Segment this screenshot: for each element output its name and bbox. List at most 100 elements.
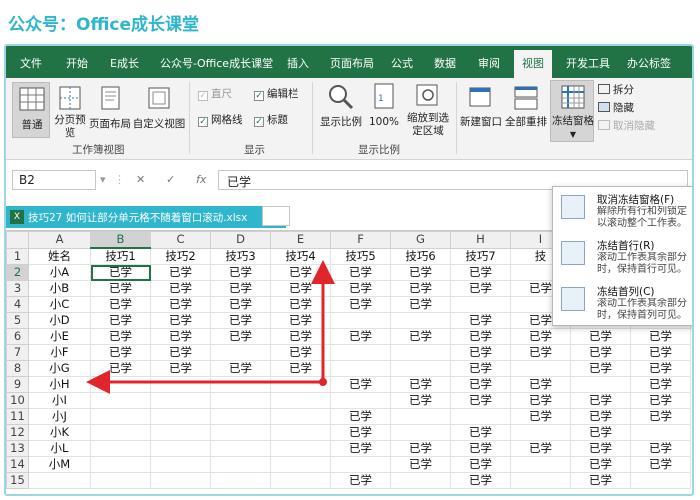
document-tab[interactable]: X 技巧27 如何让部分单元格不随着窗口滚动.xlsx [6,206,286,228]
cell[interactable]: 已学 [210,296,271,313]
cell[interactable]: 已学 [150,344,211,361]
cell[interactable] [270,392,331,409]
cancel-icon[interactable]: ✕ [136,173,145,186]
freeze-panes-button[interactable]: 冻结窗格 ▼ [550,80,594,142]
cell[interactable]: 已学 [330,424,391,441]
tab-data[interactable]: 数据 [434,55,456,71]
cell[interactable] [150,440,211,457]
cell[interactable]: 已学 [210,264,271,281]
cell[interactable]: 技巧2 [150,247,211,265]
tab-review[interactable]: 审阅 [478,55,500,71]
cell[interactable]: 已学 [330,264,391,281]
arrange-all-button[interactable]: 全部重排 [504,82,548,138]
row-header[interactable]: 1 [6,247,29,265]
cell[interactable]: 已学 [210,328,271,345]
cell[interactable]: 小M [28,456,91,473]
cell[interactable]: 已学 [330,376,391,393]
cell[interactable]: 已学 [90,360,151,377]
page-break-preview-button[interactable]: 分页预览 [52,82,88,139]
cell[interactable] [150,408,211,425]
gridlines-checkbox[interactable]: ✓ 网格线 [198,112,243,127]
cell[interactable]: 已学 [330,408,391,425]
cell[interactable]: 已学 [450,264,511,281]
cell[interactable]: 已学 [150,312,211,329]
cell[interactable]: 已学 [390,264,451,281]
cell[interactable]: 已学 [390,392,451,409]
cell[interactable]: 小C [28,296,91,313]
cell[interactable]: 小B [28,280,91,297]
cell[interactable]: 已学 [210,360,271,377]
cell[interactable] [630,424,691,441]
tab-home[interactable]: 开始 [66,55,88,71]
tab-insert[interactable]: 插入 [287,55,309,71]
cell[interactable] [150,424,211,441]
cell[interactable] [630,472,691,489]
cell[interactable] [510,456,571,473]
cell[interactable] [270,472,331,489]
cell[interactable]: 已学 [390,296,451,313]
cell[interactable]: 已学 [330,328,391,345]
cell[interactable]: 已学 [630,440,691,457]
cell[interactable]: 已学 [450,328,511,345]
cell[interactable] [330,456,391,473]
column-header[interactable]: G [390,231,451,249]
row-header[interactable]: 5 [6,312,29,329]
cell[interactable]: 已学 [390,376,451,393]
cell[interactable]: 已学 [270,344,331,361]
name-box[interactable]: B2 [12,170,96,190]
cell[interactable]: 已学 [90,296,151,313]
cell[interactable]: 小L [28,440,91,457]
cell[interactable] [330,312,391,329]
row-header[interactable]: 8 [6,360,29,377]
cell[interactable]: 小K [28,424,91,441]
cell[interactable] [90,424,151,441]
cell[interactable]: 技巧3 [210,247,271,265]
cell[interactable]: 小I [28,392,91,409]
cell[interactable]: 已学 [510,328,571,345]
cell[interactable]: 姓名 [28,247,91,265]
custom-views-button[interactable]: 自定义视图 [133,82,185,138]
hide-button[interactable]: 隐藏 [598,100,634,115]
cell[interactable] [510,360,571,377]
cell[interactable]: 技巧5 [330,247,391,265]
cell[interactable]: 已学 [570,424,631,441]
cell[interactable] [210,424,271,441]
column-header[interactable]: H [450,231,511,249]
split-button[interactable]: 拆分 [598,82,634,97]
cell[interactable] [150,392,211,409]
new-window-button[interactable]: 新建窗口 [460,82,502,138]
unhide-button[interactable]: 取消隐藏 [598,118,655,133]
cell[interactable] [450,296,511,313]
cell[interactable] [210,376,271,393]
page-layout-button[interactable]: 页面布局 [89,82,131,138]
menu-unfreeze-panes[interactable]: 取消冻结窗格(F) 解除所有行和列锁定 以滚动整个工作表。 [553,189,692,233]
cell[interactable]: 已学 [270,296,331,313]
column-header[interactable]: A [28,231,91,249]
cell[interactable]: 已学 [90,312,151,329]
cell[interactable]: 已学 [570,344,631,361]
cell[interactable]: 已学 [570,408,631,425]
cell[interactable] [390,472,451,489]
cell[interactable]: 技巧7 [450,247,511,265]
row-header[interactable]: 7 [6,344,29,361]
cell[interactable]: 已学 [510,376,571,393]
cell[interactable]: 已学 [450,424,511,441]
tab-office-tab[interactable]: 办公标签 [627,55,671,71]
tab-formulas[interactable]: 公式 [391,55,413,71]
cell[interactable] [390,424,451,441]
cell[interactable] [90,392,151,409]
cell[interactable]: 已学 [150,328,211,345]
row-header[interactable]: 10 [6,392,29,409]
cell[interactable] [270,456,331,473]
cell[interactable]: 已学 [570,392,631,409]
cell[interactable]: 已学 [630,328,691,345]
cell[interactable] [150,376,211,393]
enter-icon[interactable]: ✓ [166,173,175,186]
cell[interactable]: 技巧1 [90,247,151,265]
cell[interactable] [90,440,151,457]
cell[interactable]: 已学 [270,280,331,297]
tab-echengzhang[interactable]: E成长 [110,55,139,71]
cell[interactable] [210,344,271,361]
cell[interactable]: 已学 [210,280,271,297]
cell[interactable]: 已学 [570,328,631,345]
